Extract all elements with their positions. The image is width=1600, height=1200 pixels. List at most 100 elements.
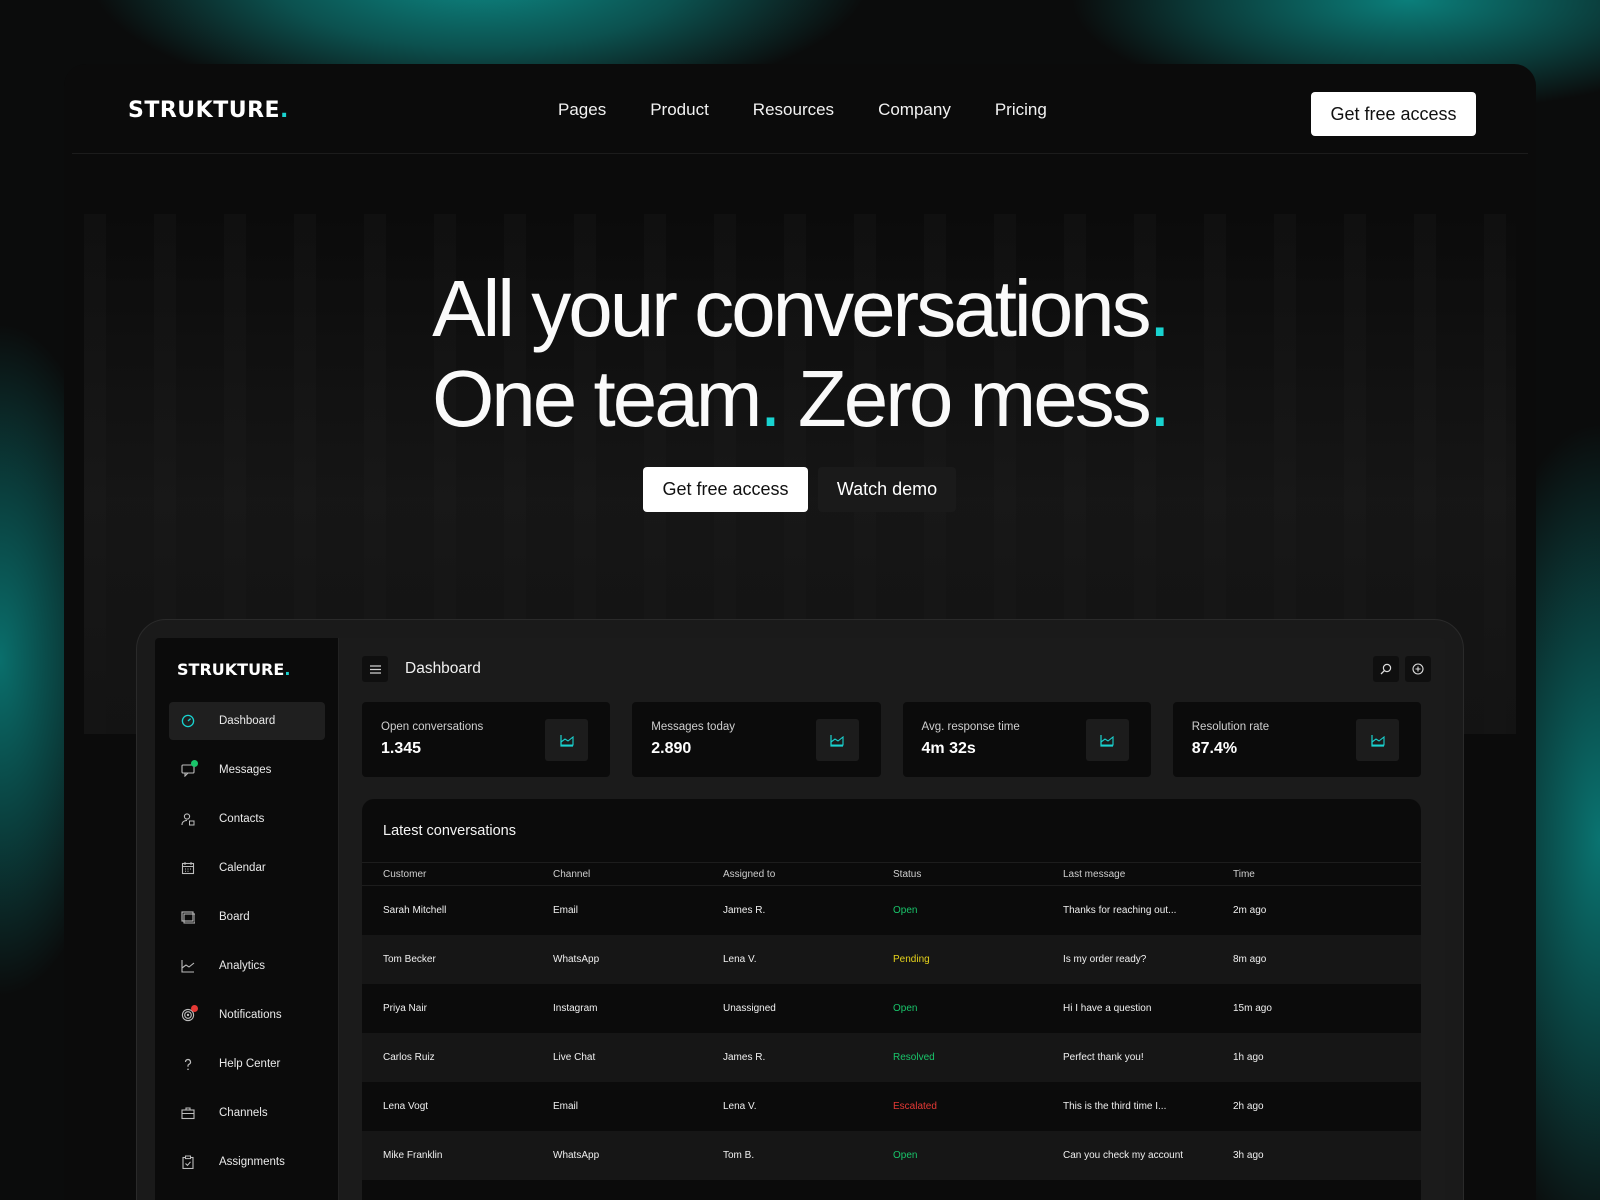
table-cell: Instagram — [553, 1003, 598, 1014]
sidebar-item-label: Notifications — [219, 1009, 282, 1021]
nav-link-company[interactable]: Company — [878, 100, 951, 120]
column-header[interactable]: Last message — [1042, 869, 1212, 880]
stat-card: Avg. response time 4m 32s — [902, 702, 1151, 777]
add-icon[interactable] — [1405, 656, 1431, 682]
briefcase-icon — [181, 1106, 195, 1120]
stat-label: Resolution rate — [1191, 721, 1270, 733]
table-cell: 2m ago — [1233, 905, 1267, 916]
help-icon — [181, 1057, 195, 1071]
nav-get-free-access-button[interactable]: Get free access — [1311, 92, 1476, 136]
nav-link-resources[interactable]: Resources — [753, 100, 834, 120]
search-icon[interactable] — [1373, 656, 1399, 682]
sidebar-item-help-center[interactable]: Help Center — [169, 1045, 325, 1083]
sidebar-item-assignments[interactable]: Assignments — [169, 1143, 325, 1181]
stat-card: Resolution rate 87.4% — [1172, 702, 1421, 777]
table-cell: Hi I have a question — [1063, 1003, 1152, 1014]
table-body: Sarah Mitchell Email James R. Open Thanks fo… — [362, 886, 1421, 1180]
page-title: Dashboard — [405, 660, 481, 677]
chart-icon[interactable] — [545, 719, 589, 761]
table-cell: Thanks for reaching out... — [1063, 905, 1177, 916]
table-cell: WhatsApp — [553, 954, 600, 965]
notification-badge — [191, 1005, 198, 1012]
table-row[interactable]: Tom Becker WhatsApp Lena V. Pending Is my or… — [362, 935, 1421, 984]
board-icon — [181, 910, 195, 924]
table-title: Latest conversations — [383, 823, 516, 839]
table-cell: 3h ago — [1233, 1150, 1264, 1161]
table-cell: 8m ago — [1233, 954, 1267, 965]
table-cell: Lena V. — [723, 954, 757, 965]
table-cell: James R. — [723, 905, 766, 916]
chart-icon[interactable] — [1085, 719, 1129, 761]
stat-label: Avg. response time — [921, 721, 1020, 733]
sidebar-item-label: Channels — [219, 1107, 268, 1119]
table-cell: Carlos Ruiz — [383, 1052, 435, 1063]
table-row[interactable]: Mike Franklin WhatsApp Tom B. Open Can you c… — [362, 1131, 1421, 1180]
sidebar-list: Dashboard Messages Contacts Calendar Board An… — [169, 702, 325, 1192]
sidebar-item-label: Assignments — [219, 1156, 285, 1168]
sidebar-item-label: Dashboard — [219, 715, 276, 727]
table-row[interactable]: Priya Nair Instagram Unassigned Open Hi I ha… — [362, 984, 1421, 1033]
landing-page-frame: STRUKTURE. Pages Product Resources Compa… — [64, 64, 1536, 1200]
sidebar-item-board[interactable]: Board — [169, 898, 325, 936]
nav-link-pages[interactable]: Pages — [558, 100, 606, 120]
stat-label: Messages today — [651, 721, 735, 733]
stat-value: 87.4% — [1191, 740, 1238, 757]
chart-icon — [181, 959, 195, 973]
hero-get-free-access-button[interactable]: Get free access — [643, 467, 808, 512]
table-cell: Mike Franklin — [383, 1150, 443, 1161]
table-cell: Lena Vogt — [383, 1101, 429, 1112]
status-badge: Open — [893, 905, 918, 916]
sidebar-item-label: Board — [219, 911, 250, 923]
menu-icon[interactable] — [362, 656, 388, 682]
gauge-icon — [181, 714, 195, 728]
chart-icon[interactable] — [1356, 719, 1399, 761]
status-badge: Resolved — [893, 1052, 935, 1063]
sidebar-logo[interactable]: STRUKTURE. — [177, 660, 290, 679]
sidebar-item-label: Contacts — [219, 813, 265, 825]
stat-value: 2.890 — [651, 740, 692, 757]
status-badge: Open — [893, 1150, 918, 1161]
status-badge: Open — [893, 1003, 918, 1014]
column-header[interactable]: Status — [872, 869, 1042, 880]
sidebar-item-calendar[interactable]: Calendar — [169, 849, 325, 887]
table-cell: WhatsApp — [553, 1150, 600, 1161]
table-row[interactable]: Sarah Mitchell Email James R. Open Thanks fo… — [362, 886, 1421, 935]
column-header[interactable]: Assigned to — [702, 869, 872, 880]
table-cell: Can you check my account — [1063, 1150, 1184, 1161]
table-cell: Email — [553, 905, 579, 916]
table-cell: Email — [553, 1101, 579, 1112]
sidebar-item-channels[interactable]: Channels — [169, 1094, 325, 1132]
chat-icon — [181, 760, 198, 777]
table-cell: 1h ago — [1233, 1052, 1264, 1063]
table-cell: Sarah Mitchell — [383, 905, 447, 916]
brand-logo[interactable]: STRUKTURE. — [128, 98, 289, 123]
stat-value: 4m 32s — [921, 740, 976, 757]
table-cell: 15m ago — [1233, 1003, 1272, 1014]
nav-link-pricing[interactable]: Pricing — [995, 100, 1047, 120]
hero-headline: All your conversations. One team. Zero m… — [432, 264, 1171, 443]
sidebar-item-analytics[interactable]: Analytics — [169, 947, 325, 985]
user-icon — [181, 812, 195, 826]
sidebar-item-label: Help Center — [219, 1058, 281, 1070]
column-header[interactable]: Time — [1212, 869, 1372, 880]
table-row[interactable]: Carlos Ruiz Live Chat James R. Resolved Perf… — [362, 1033, 1421, 1082]
sidebar-item-contacts[interactable]: Contacts — [169, 800, 325, 838]
status-badge: Pending — [893, 954, 930, 965]
table-cell: Perfect thank you! — [1063, 1052, 1144, 1063]
column-header[interactable]: Customer — [362, 869, 532, 880]
table-cell: Unassigned — [723, 1003, 776, 1014]
stats-row: Open conversations 1.345 Messages today 2.8… — [362, 702, 1421, 777]
sidebar-item-messages[interactable]: Messages — [169, 751, 325, 789]
column-header[interactable]: Channel — [532, 869, 702, 880]
nav-link-product[interactable]: Product — [650, 100, 709, 120]
table-cell: Priya Nair — [383, 1003, 427, 1014]
table-row[interactable]: Lena Vogt Email Lena V. Escalated This is th… — [362, 1082, 1421, 1131]
sidebar-item-notifications[interactable]: Notifications — [169, 996, 325, 1034]
watch-demo-button[interactable]: Watch demo — [818, 467, 956, 512]
dashboard-preview: STRUKTURE. Dashboard Messages Contacts Cale… — [136, 619, 1464, 1200]
table-cell: Lena V. — [723, 1101, 757, 1112]
dashboard-screen: STRUKTURE. Dashboard Messages Contacts Cale… — [155, 638, 1445, 1200]
sidebar-item-dashboard[interactable]: Dashboard — [169, 702, 325, 740]
table-cell: Tom Becker — [383, 954, 436, 965]
chart-icon[interactable] — [815, 719, 859, 761]
